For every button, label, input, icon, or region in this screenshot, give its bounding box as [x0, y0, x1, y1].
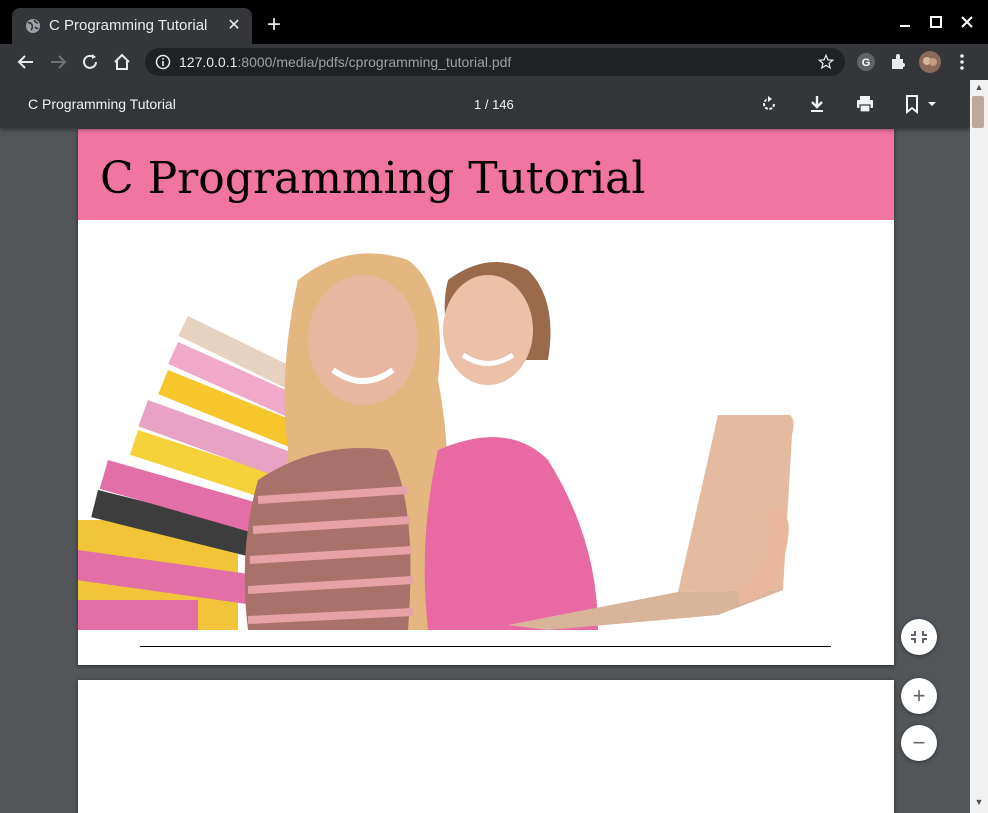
tab-strip: C Programming Tutorial ✕ +: [0, 0, 988, 44]
home-icon[interactable]: [110, 50, 134, 74]
document-heading: C Programming Tutorial: [100, 153, 646, 204]
title-banner: C Programming Tutorial: [78, 129, 894, 220]
horizontal-rule: [140, 646, 831, 647]
star-icon[interactable]: [817, 53, 835, 71]
pdf-viewer[interactable]: C Programming Tutorial 1 / 146 C Program…: [0, 80, 970, 813]
scroll-down-icon[interactable]: ▼: [970, 795, 988, 809]
menu-icon[interactable]: [952, 52, 972, 72]
url-host: 127.0.0.1: [179, 54, 238, 70]
close-icon[interactable]: ✕: [224, 16, 244, 36]
download-icon[interactable]: [805, 92, 829, 116]
address-bar[interactable]: 127.0.0.1:8000/media/pdfs/cprogramming_t…: [145, 48, 845, 76]
forward-icon[interactable]: [46, 50, 70, 74]
browser-toolbar: 127.0.0.1:8000/media/pdfs/cprogramming_t…: [0, 44, 988, 80]
maximize-icon[interactable]: [921, 10, 951, 34]
reload-icon[interactable]: [78, 50, 102, 74]
scroll-up-icon[interactable]: ▲: [970, 80, 988, 94]
pdf-toolbar: C Programming Tutorial 1 / 146: [0, 80, 970, 128]
zoom-in-icon[interactable]: +: [901, 678, 937, 714]
browser-window: C Programming Tutorial ✕ + 127.0.0.1:800…: [0, 0, 988, 813]
back-icon[interactable]: [14, 50, 38, 74]
pdf-title: C Programming Tutorial: [28, 96, 176, 112]
tab-title: C Programming Tutorial: [49, 17, 208, 34]
scrollbar[interactable]: ▲ ▼: [970, 80, 988, 813]
window-close-icon[interactable]: [952, 10, 982, 34]
zoom-out-icon[interactable]: −: [901, 725, 937, 761]
url-text[interactable]: 127.0.0.1:8000/media/pdfs/cprogramming_t…: [179, 54, 511, 70]
page-indicator[interactable]: 1 / 146: [474, 97, 514, 112]
pdf-page-2: [78, 680, 894, 813]
minimize-icon[interactable]: [890, 10, 920, 34]
pdf-page-1: C Programming Tutorial: [78, 129, 894, 665]
plus-icon[interactable]: +: [263, 13, 285, 37]
url-path: :8000/media/pdfs/cprogramming_tutorial.p…: [237, 54, 512, 70]
google-icon[interactable]: G: [856, 52, 876, 72]
rotate-icon[interactable]: [757, 92, 781, 116]
info-icon[interactable]: [155, 54, 171, 70]
tab-active[interactable]: C Programming Tutorial ✕: [12, 8, 252, 44]
extensions-icon[interactable]: [888, 52, 908, 72]
svg-text:G: G: [862, 57, 871, 69]
avatar[interactable]: [919, 51, 941, 73]
cover-photo: [78, 220, 894, 630]
fit-icon[interactable]: [901, 619, 937, 655]
globe-icon: [26, 19, 40, 33]
bookmark-icon[interactable]: [900, 92, 940, 116]
scrollbar-thumb[interactable]: [972, 96, 984, 128]
print-icon[interactable]: [853, 92, 877, 116]
